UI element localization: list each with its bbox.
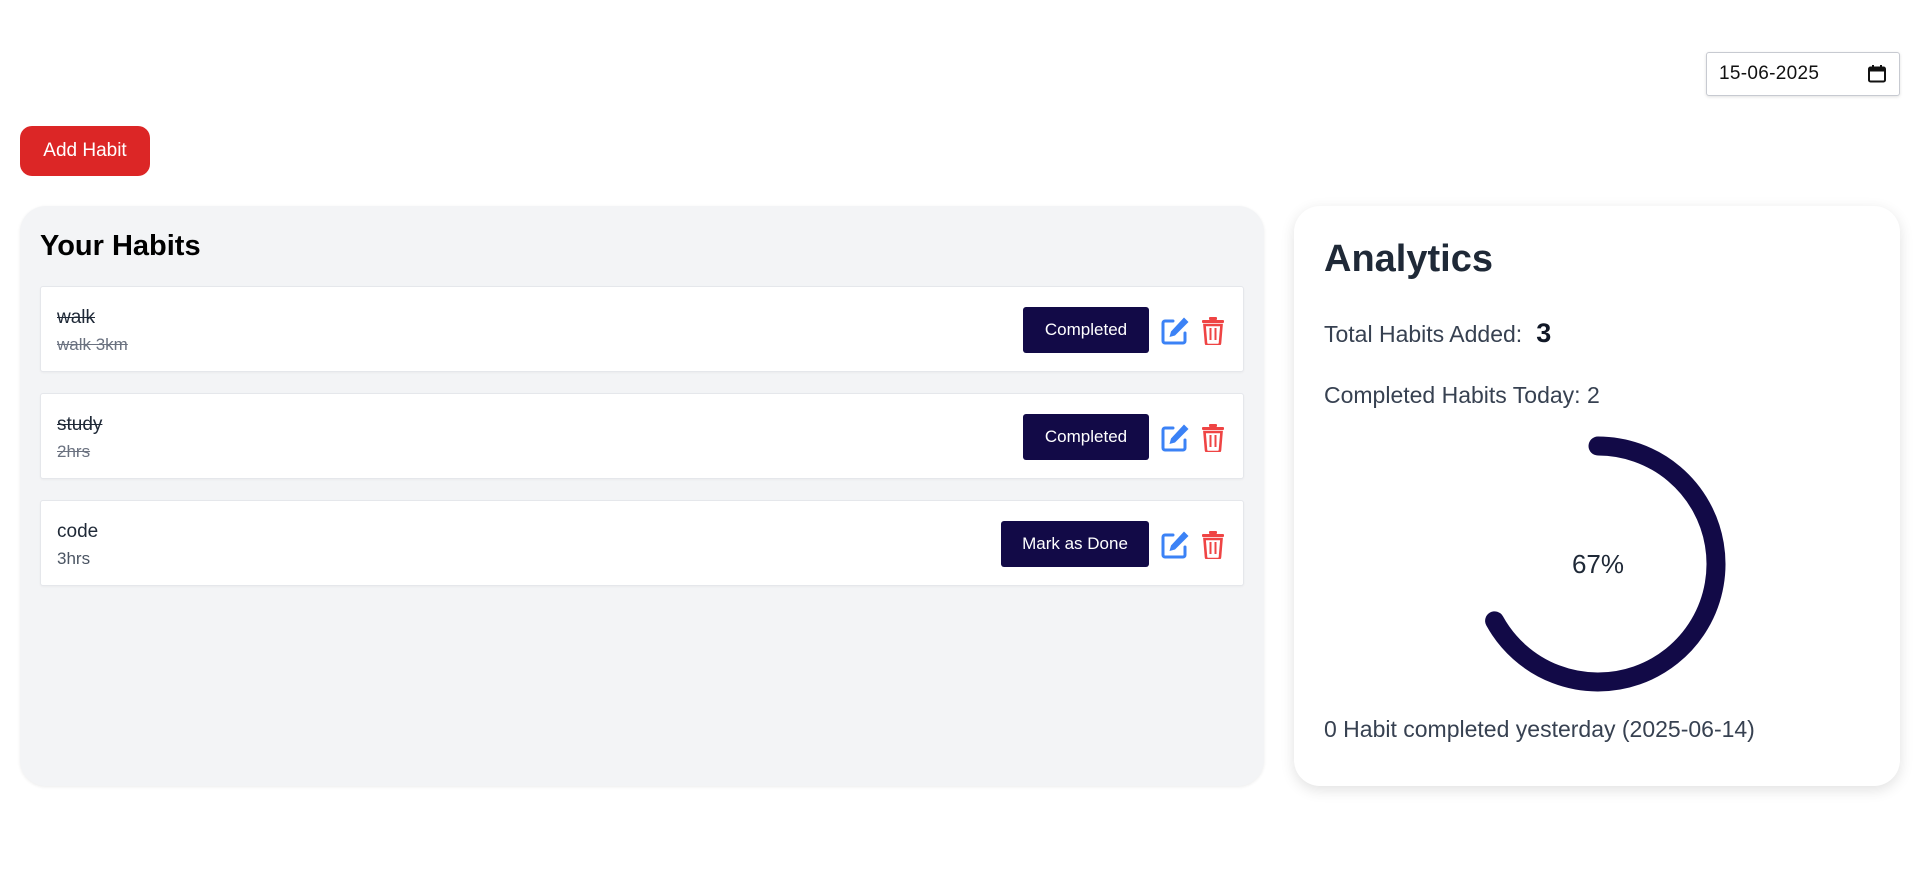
habit-description: 3hrs [57,549,91,568]
habit-card: study 2hrs Completed [40,393,1244,479]
habit-name: walk [57,307,96,328]
trash-icon[interactable] [1201,317,1225,345]
habit-name: study [57,414,103,435]
habit-card: walk walk 3km Completed [40,286,1244,372]
habits-title: Your Habits [40,230,201,262]
edit-icon[interactable] [1159,529,1191,561]
calendar-icon[interactable] [1867,64,1887,84]
habit-description: walk 3km [57,335,128,354]
habit-card: code 3hrs Mark as Done [40,500,1244,586]
completed-today-stat: Completed Habits Today: 2 [1324,382,1600,408]
trash-icon[interactable] [1201,531,1225,559]
progress-percent-label: 67% [1572,549,1624,579]
total-habits-label: Total Habits Added: [1324,321,1523,347]
completed-button[interactable]: Completed [1023,307,1149,353]
analytics-title: Analytics [1324,238,1493,280]
total-habits-stat: Total Habits Added: 3 [1324,318,1551,349]
habit-description: 2hrs [57,442,91,461]
trash-icon[interactable] [1201,424,1225,452]
analytics-panel: Analytics Total Habits Added: 3 Completed… [1294,206,1900,786]
total-habits-value: 3 [1536,318,1552,348]
date-picker[interactable]: 15-06-2025 [1706,52,1900,96]
add-habit-button[interactable]: Add Habit [20,126,150,176]
progress-ring: 67% [1485,436,1726,692]
habit-name: code [57,521,99,542]
yesterday-stat: 0 Habit completed yesterday (2025-06-14) [1324,716,1755,742]
habits-panel: Your Habits walk walk 3km Completed stud… [20,206,1264,786]
edit-icon[interactable] [1159,315,1191,347]
date-value[interactable]: 15-06-2025 [1719,63,1867,85]
completed-button[interactable]: Completed [1023,414,1149,460]
edit-icon[interactable] [1159,422,1191,454]
mark-as-done-button[interactable]: Mark as Done [1001,521,1149,567]
